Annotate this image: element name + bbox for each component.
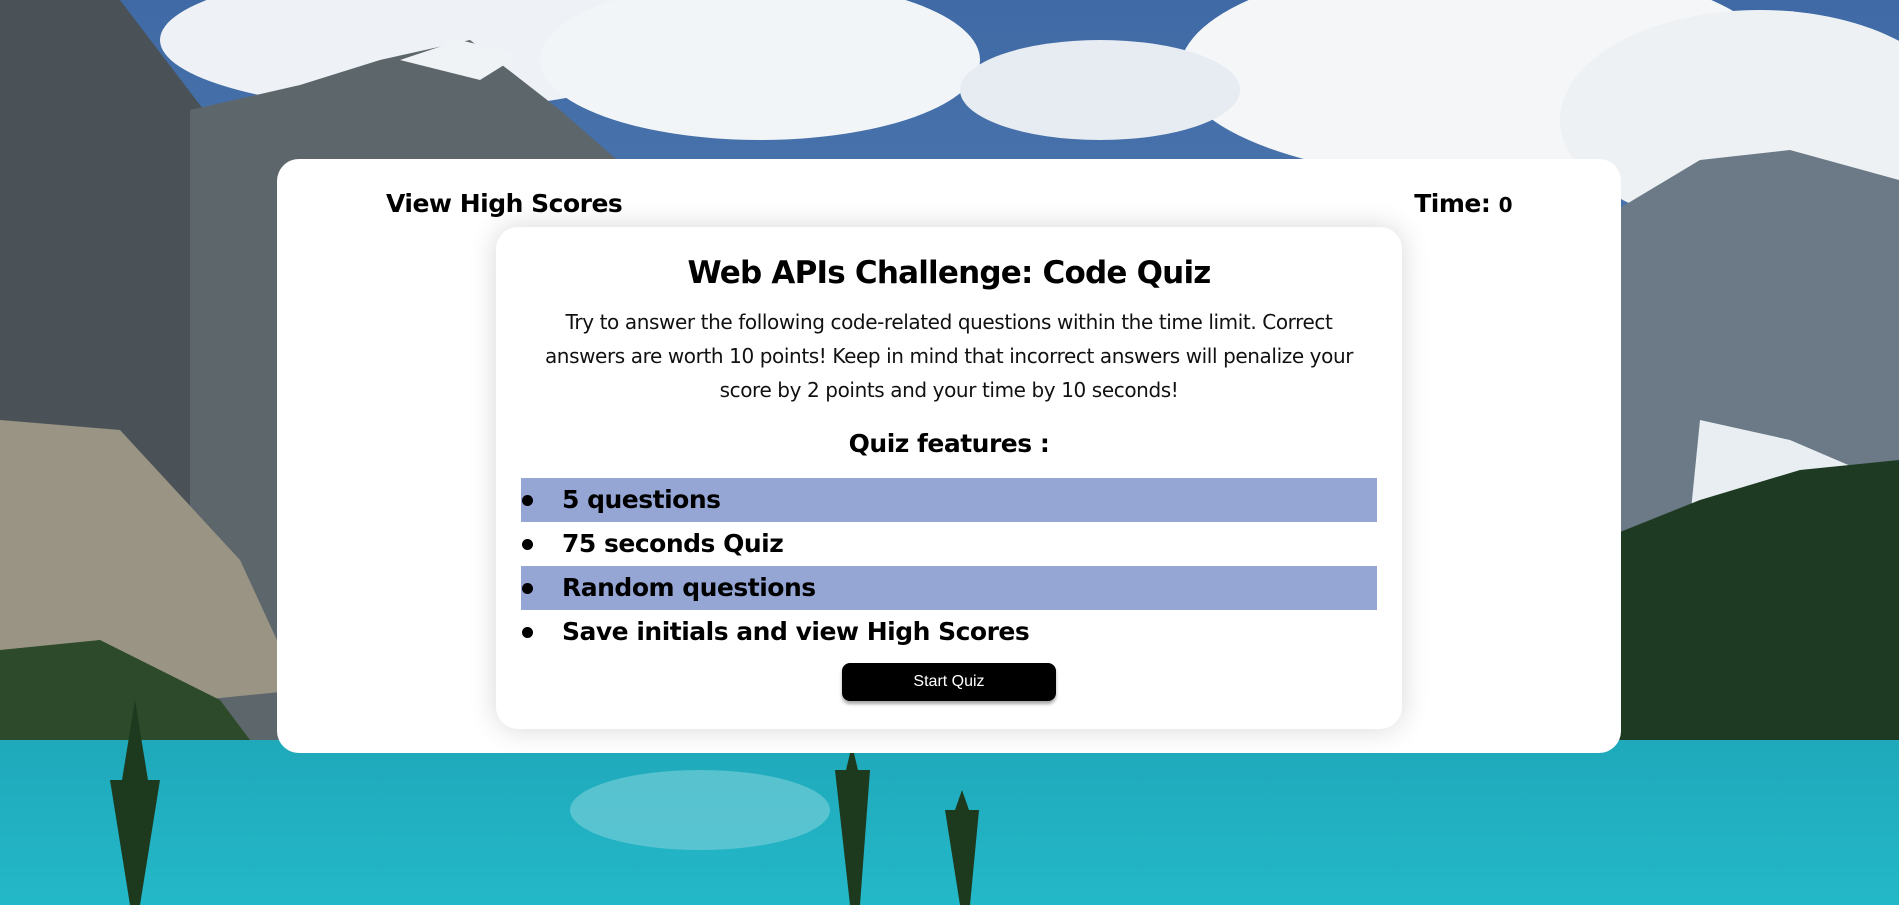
list-item: 5 questions [521,478,1377,522]
list-item: 75 seconds Quiz [521,522,1377,566]
timer-label: Time: [1414,189,1491,218]
view-high-scores-link[interactable]: View High Scores [386,189,623,218]
start-quiz-button[interactable]: Start Quiz [842,663,1056,701]
quiz-title: Web APIs Challenge: Code Quiz [687,255,1211,291]
features-heading: Quiz features : [848,429,1050,458]
features-list: 5 questions 75 seconds Quiz Random quest… [521,478,1377,654]
bullet-icon [522,495,533,506]
quiz-container-card: View High Scores Time: 0 Web APIs Challe… [277,159,1621,753]
timer-display: Time: 0 [1414,189,1512,218]
bullet-icon [522,539,533,550]
timer-value: 0 [1498,193,1513,217]
list-item: Random questions [521,566,1377,610]
list-item: Save initials and view High Scores [521,610,1377,654]
bullet-icon [522,627,533,638]
quiz-description: Try to answer the following code-related… [544,310,1354,402]
bullet-icon [522,583,533,594]
quiz-intro-panel: Web APIs Challenge: Code Quiz Try to ans… [496,227,1402,729]
feature-label: 75 seconds Quiz [562,529,784,558]
feature-label: 5 questions [562,485,721,514]
feature-label: Random questions [562,573,816,602]
feature-label: Save initials and view High Scores [562,617,1030,646]
